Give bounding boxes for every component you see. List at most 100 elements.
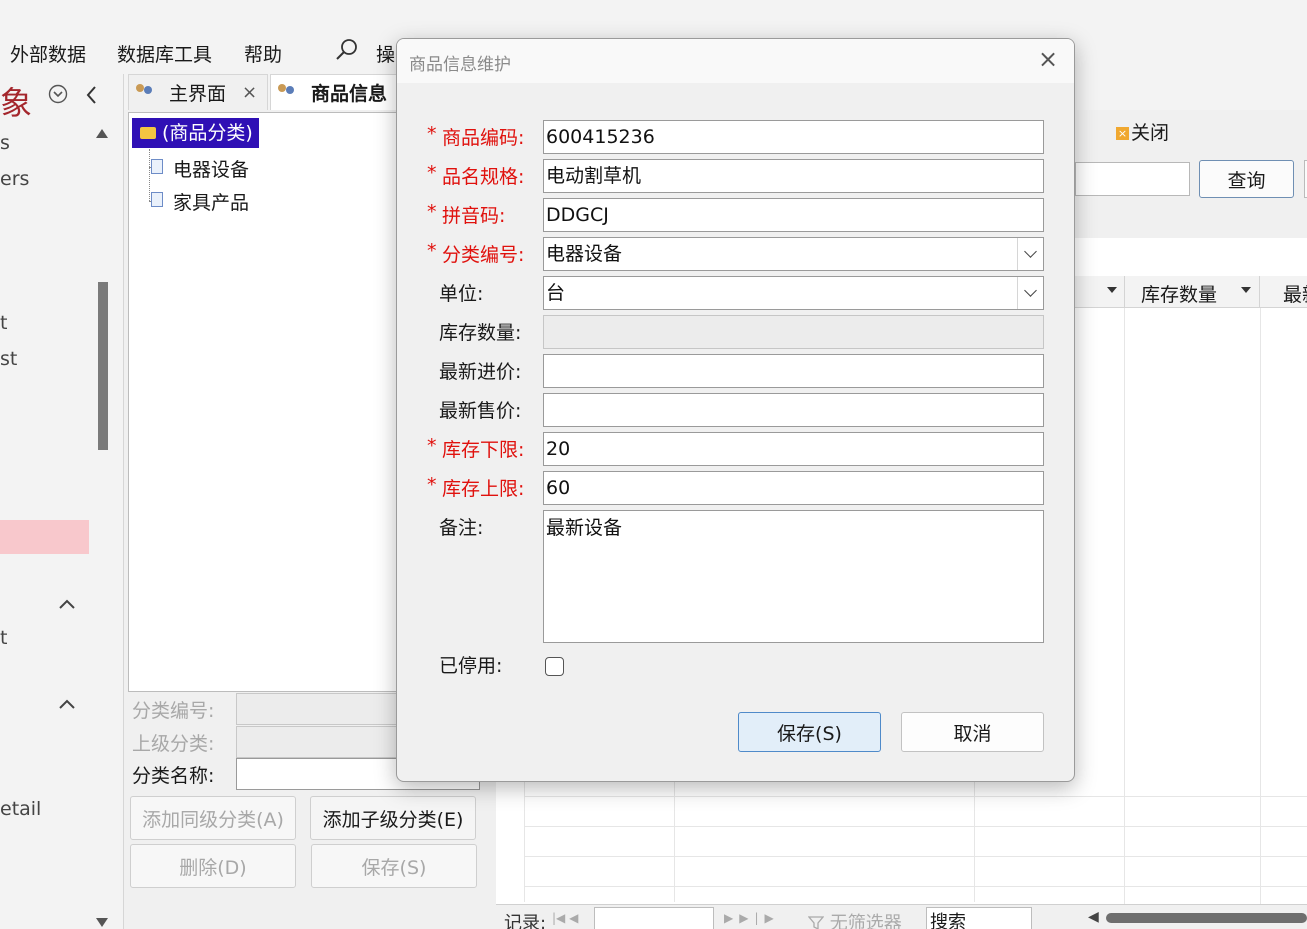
- tree-root-label: (商品分类): [162, 122, 253, 144]
- product-name-input[interactable]: 电动割草机: [543, 159, 1044, 193]
- last-purchase-price-input[interactable]: [543, 354, 1044, 388]
- nav-scrollbar-thumb[interactable]: [98, 282, 108, 450]
- grid-line: [524, 782, 525, 902]
- nav-item[interactable]: st: [0, 348, 17, 370]
- save-category-button[interactable]: 保存(S): [311, 844, 477, 888]
- close-icon[interactable]: ×: [242, 82, 257, 103]
- dialog-titlebar: 商品信息维护 ×: [397, 39, 1074, 83]
- document-icon: [151, 192, 163, 207]
- horizontal-scrollbar[interactable]: ◀: [1086, 909, 1307, 925]
- required-mark: *: [427, 201, 437, 223]
- search-icon[interactable]: [335, 38, 359, 67]
- column-header-latest[interactable]: 最新: [1283, 280, 1307, 307]
- product-code-input[interactable]: 600415236: [543, 120, 1044, 154]
- category-select[interactable]: 电器设备: [543, 237, 1044, 271]
- chevron-up-icon[interactable]: [58, 594, 76, 616]
- menu-database-tools[interactable]: 数据库工具: [117, 40, 212, 67]
- delete-button[interactable]: 删除(D): [130, 844, 296, 888]
- unit-select[interactable]: 台: [543, 276, 1044, 310]
- nav-pane-title: 象: [0, 84, 33, 122]
- record-navigation-bar: 记录: |◀ ◀ ▶▶|▶ 无筛选器 搜索 ◀: [496, 904, 1307, 929]
- required-mark: *: [427, 435, 437, 457]
- folder-icon: [140, 127, 156, 139]
- first-record-icon[interactable]: |◀ ◀: [552, 911, 578, 925]
- scroll-down-icon[interactable]: [95, 912, 109, 929]
- collapse-pane-icon[interactable]: [84, 84, 100, 111]
- required-mark: *: [427, 474, 437, 496]
- category-select-value: 电器设备: [546, 243, 623, 265]
- grid-line: [524, 826, 1307, 827]
- pinyin-code-label: 拼音码:: [442, 205, 506, 227]
- scroll-left-icon[interactable]: ◀: [1088, 909, 1099, 925]
- chevron-up-icon[interactable]: [58, 694, 76, 716]
- nav-item[interactable]: t: [0, 312, 7, 334]
- tree-node[interactable]: 家具产品: [151, 188, 250, 215]
- nav-item[interactable]: s: [0, 132, 10, 154]
- grid-line: [524, 796, 1307, 797]
- menu-operate-search[interactable]: 操: [376, 40, 395, 67]
- tree-node-label: 家具产品: [173, 192, 250, 214]
- product-info-dialog: 商品信息维护 × * 商品编码: 600415236 * 品名规格: 电动割草机…: [396, 38, 1075, 782]
- grid-line: [1124, 306, 1125, 906]
- stock-min-input[interactable]: 20: [543, 432, 1044, 466]
- menu-external-data[interactable]: 外部数据: [10, 40, 86, 67]
- nav-item[interactable]: etail: [0, 798, 41, 820]
- add-sibling-button[interactable]: 添加同级分类(A): [130, 796, 296, 840]
- pinyin-code-input[interactable]: DDGCJ: [543, 198, 1044, 232]
- column-header-stock[interactable]: 库存数量: [1141, 280, 1217, 307]
- grid-line: [524, 886, 1307, 887]
- query-button[interactable]: 查询: [1199, 160, 1294, 198]
- record-search-input[interactable]: 搜索: [926, 907, 1032, 929]
- nav-item[interactable]: ers: [0, 168, 29, 190]
- add-child-button[interactable]: 添加子级分类(E): [310, 796, 476, 840]
- record-number-input[interactable]: [594, 907, 714, 929]
- stock-max-input[interactable]: 60: [543, 471, 1044, 505]
- menu-help[interactable]: 帮助: [244, 40, 282, 67]
- last-sale-price-input[interactable]: [543, 393, 1044, 427]
- save-button[interactable]: 保存(S): [738, 712, 881, 752]
- grid-line: [974, 782, 975, 902]
- disabled-checkbox[interactable]: [545, 657, 564, 676]
- required-mark: *: [427, 162, 437, 184]
- scroll-up-icon[interactable]: [95, 122, 109, 144]
- category-tree[interactable]: (商品分类) 电器设备 家具产品: [128, 112, 398, 692]
- scrollbar-thumb[interactable]: [1106, 913, 1307, 923]
- tab-main[interactable]: 主界面 ×: [128, 74, 268, 110]
- tree-node-label: 电器设备: [173, 159, 250, 181]
- stock-qty-label: 库存数量:: [439, 322, 522, 344]
- unit-select-value: 台: [546, 282, 566, 304]
- form-icon: [135, 83, 155, 101]
- chevron-down-icon[interactable]: [1017, 277, 1043, 309]
- close-form-link[interactable]: × 关闭: [1116, 118, 1169, 145]
- tree-root-node[interactable]: (商品分类): [132, 118, 259, 148]
- chevron-down-icon[interactable]: [1017, 238, 1043, 270]
- close-icon: ×: [1116, 127, 1129, 140]
- nav-menu-dropdown-icon[interactable]: [48, 84, 68, 109]
- parent-category-label: 上级分类:: [132, 733, 215, 755]
- tree-node[interactable]: 电器设备: [151, 155, 250, 182]
- nav-item[interactable]: t: [0, 627, 7, 649]
- query-input[interactable]: [1075, 162, 1190, 196]
- sort-dropdown-icon[interactable]: [1107, 287, 1117, 293]
- cancel-button[interactable]: 取消: [901, 712, 1044, 752]
- window-title-strip: [0, 0, 1307, 14]
- parent-category-field: [236, 726, 406, 758]
- grid-line: [1124, 276, 1125, 308]
- stock-qty-input: [543, 315, 1044, 349]
- product-name-label: 品名规格:: [442, 166, 525, 188]
- stock-min-label: 库存下限:: [442, 439, 525, 461]
- tab-product-info[interactable]: 商品信息: [270, 74, 400, 110]
- required-mark: *: [427, 240, 437, 262]
- next-record-icon[interactable]: ▶▶|▶: [724, 911, 780, 925]
- nav-item-selected[interactable]: [0, 520, 89, 554]
- remark-textarea[interactable]: 最新设备: [543, 510, 1044, 643]
- dialog-title: 商品信息维护: [409, 55, 511, 75]
- disabled-label: 已停用:: [439, 655, 503, 677]
- close-icon[interactable]: ×: [1032, 45, 1064, 73]
- form-icon: [277, 83, 297, 101]
- last-purchase-price-label: 最新进价:: [439, 361, 522, 383]
- grid-line: [524, 856, 1307, 857]
- sort-dropdown-icon[interactable]: [1241, 287, 1251, 293]
- filter-status[interactable]: 无筛选器: [807, 909, 902, 929]
- last-sale-price-label: 最新售价:: [439, 400, 522, 422]
